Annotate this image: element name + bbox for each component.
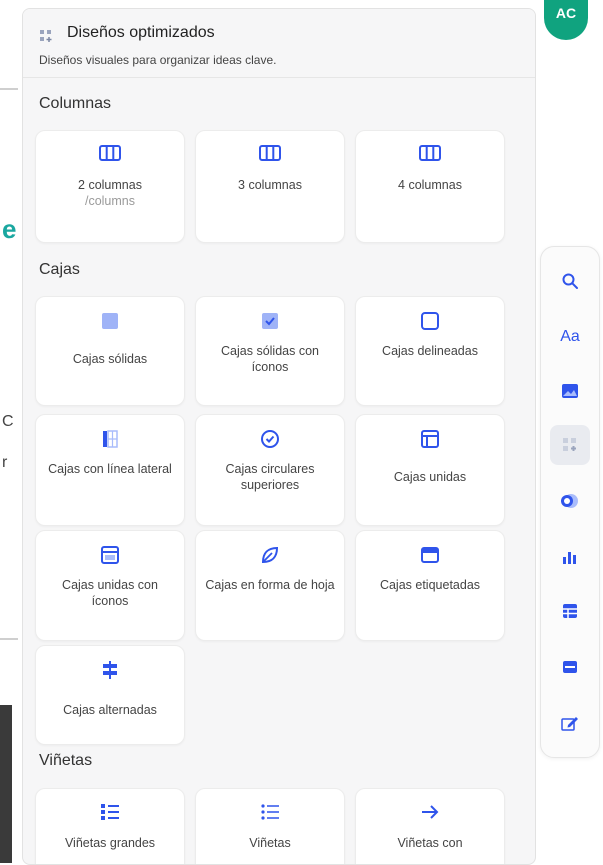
columns-icon bbox=[259, 145, 281, 161]
layout-option-leaf-boxes[interactable]: Cajas en forma de hoja bbox=[195, 530, 345, 641]
option-label: Viñetas con bbox=[397, 836, 463, 850]
option-label: Viñetas bbox=[249, 836, 291, 850]
table-tool[interactable] bbox=[550, 591, 590, 631]
image-tool[interactable] bbox=[550, 371, 590, 411]
layout-option-4-columns[interactable]: 4 columnas bbox=[355, 130, 505, 243]
option-label: Cajas alternadas bbox=[63, 703, 157, 717]
outlined-box-icon bbox=[421, 312, 439, 330]
option-label: 3 columnas bbox=[238, 178, 302, 192]
banner-tool[interactable] bbox=[550, 647, 590, 687]
solid-box-icon bbox=[102, 313, 118, 329]
option-label: Cajas unidas bbox=[393, 470, 467, 484]
alternating-box-icon bbox=[103, 661, 117, 679]
layout-option-circular-top-boxes[interactable]: Cajas circulares superiores bbox=[195, 414, 345, 526]
background-divider bbox=[0, 638, 18, 640]
search-icon bbox=[562, 273, 578, 289]
option-label: Cajas en forma de hoja bbox=[205, 578, 335, 592]
section-heading-bullets: Viñetas bbox=[39, 752, 93, 769]
option-label: Cajas sólidas bbox=[72, 352, 148, 366]
option-label: Cajas sólidas con íconos bbox=[221, 344, 319, 374]
layouts-tool[interactable] bbox=[550, 425, 590, 465]
leaf-icon bbox=[261, 546, 279, 564]
image-icon bbox=[562, 384, 578, 398]
background-divider bbox=[0, 88, 18, 90]
layout-option-joined-boxes-icons[interactable]: Cajas unidas con íconos bbox=[35, 530, 185, 641]
layout-grid-icon bbox=[40, 30, 52, 42]
columns-icon bbox=[419, 145, 441, 161]
layout-grid-icon bbox=[563, 438, 576, 451]
option-label: Cajas con línea lateral bbox=[48, 462, 172, 476]
background-fragment: r bbox=[2, 454, 8, 471]
section-heading-columns: Columnas bbox=[39, 95, 112, 112]
section-heading-boxes: Cajas bbox=[39, 261, 80, 278]
layout-option-large-bullets[interactable]: Viñetas grandes bbox=[35, 788, 185, 864]
small-bullets-icon bbox=[261, 804, 279, 820]
table-icon bbox=[563, 604, 577, 618]
panel-header: Diseños optimizados Diseños visuales par… bbox=[23, 9, 535, 78]
option-label: Cajas etiquetadas bbox=[379, 578, 481, 592]
background-fragment: e bbox=[2, 214, 17, 244]
side-line-box-icon bbox=[103, 430, 118, 448]
solid-box-check-icon bbox=[262, 313, 278, 329]
text-tool[interactable]: Aa bbox=[550, 317, 590, 357]
background-document: e C r bbox=[0, 0, 22, 863]
layout-option-arrow-bullets[interactable]: Viñetas con bbox=[355, 788, 505, 864]
option-label: 4 columnas bbox=[398, 178, 462, 192]
option-label: Cajas unidas con íconos bbox=[62, 578, 158, 608]
chart-tool[interactable] bbox=[550, 537, 590, 577]
layout-option-labeled-boxes[interactable]: Cajas etiquetadas bbox=[355, 530, 505, 641]
joined-box-icons-icon bbox=[101, 546, 119, 564]
layout-option-small-bullets[interactable]: Viñetas bbox=[195, 788, 345, 864]
option-label: 2 columnas bbox=[78, 178, 142, 192]
layout-option-joined-boxes[interactable]: Cajas unidas bbox=[355, 414, 505, 526]
toggle-icon bbox=[561, 494, 578, 508]
layout-option-outlined-boxes[interactable]: Cajas delineadas bbox=[355, 296, 505, 406]
layout-option-side-line-boxes[interactable]: Cajas con línea lateral bbox=[35, 414, 185, 526]
option-label: Cajas circulares superiores bbox=[225, 462, 315, 492]
layouts-panel: Diseños optimizados Diseños visuales par… bbox=[22, 8, 536, 865]
layout-option-3-columns[interactable]: 3 columnas bbox=[195, 130, 345, 243]
arrow-right-icon bbox=[422, 805, 439, 819]
tool-rail: Aa bbox=[540, 246, 600, 758]
option-label: Viñetas grandes bbox=[64, 836, 156, 850]
panel-subtitle: Diseños visuales para organizar ideas cl… bbox=[39, 53, 277, 67]
layout-option-2-columns[interactable]: 2 columnas/columns bbox=[35, 130, 185, 243]
banner-icon bbox=[563, 661, 577, 673]
edit-tool[interactable] bbox=[550, 703, 590, 743]
panel-title: Diseños optimizados bbox=[67, 24, 215, 41]
avatar[interactable]: AC bbox=[544, 0, 588, 40]
bar-chart-icon bbox=[563, 552, 576, 564]
joined-box-icon bbox=[421, 430, 439, 448]
option-shortcut: /columns bbox=[84, 194, 136, 208]
option-label: Cajas delineadas bbox=[382, 344, 478, 358]
search-tool[interactable] bbox=[550, 261, 590, 301]
circle-check-icon bbox=[261, 430, 279, 448]
columns-icon bbox=[99, 145, 121, 161]
toggle-tool[interactable] bbox=[550, 481, 590, 521]
labeled-box-icon bbox=[421, 547, 439, 563]
edit-icon bbox=[561, 717, 578, 731]
background-dark-bar bbox=[0, 705, 12, 863]
layout-option-solid-boxes-icons[interactable]: Cajas sólidas con íconos bbox=[195, 296, 345, 406]
large-bullets-icon bbox=[101, 804, 119, 820]
layout-option-solid-boxes[interactable]: Cajas sólidas bbox=[35, 296, 185, 406]
text-icon: Aa bbox=[560, 328, 580, 345]
layout-option-alternating-boxes[interactable]: Cajas alternadas bbox=[35, 645, 185, 745]
background-fragment: C bbox=[2, 413, 14, 430]
